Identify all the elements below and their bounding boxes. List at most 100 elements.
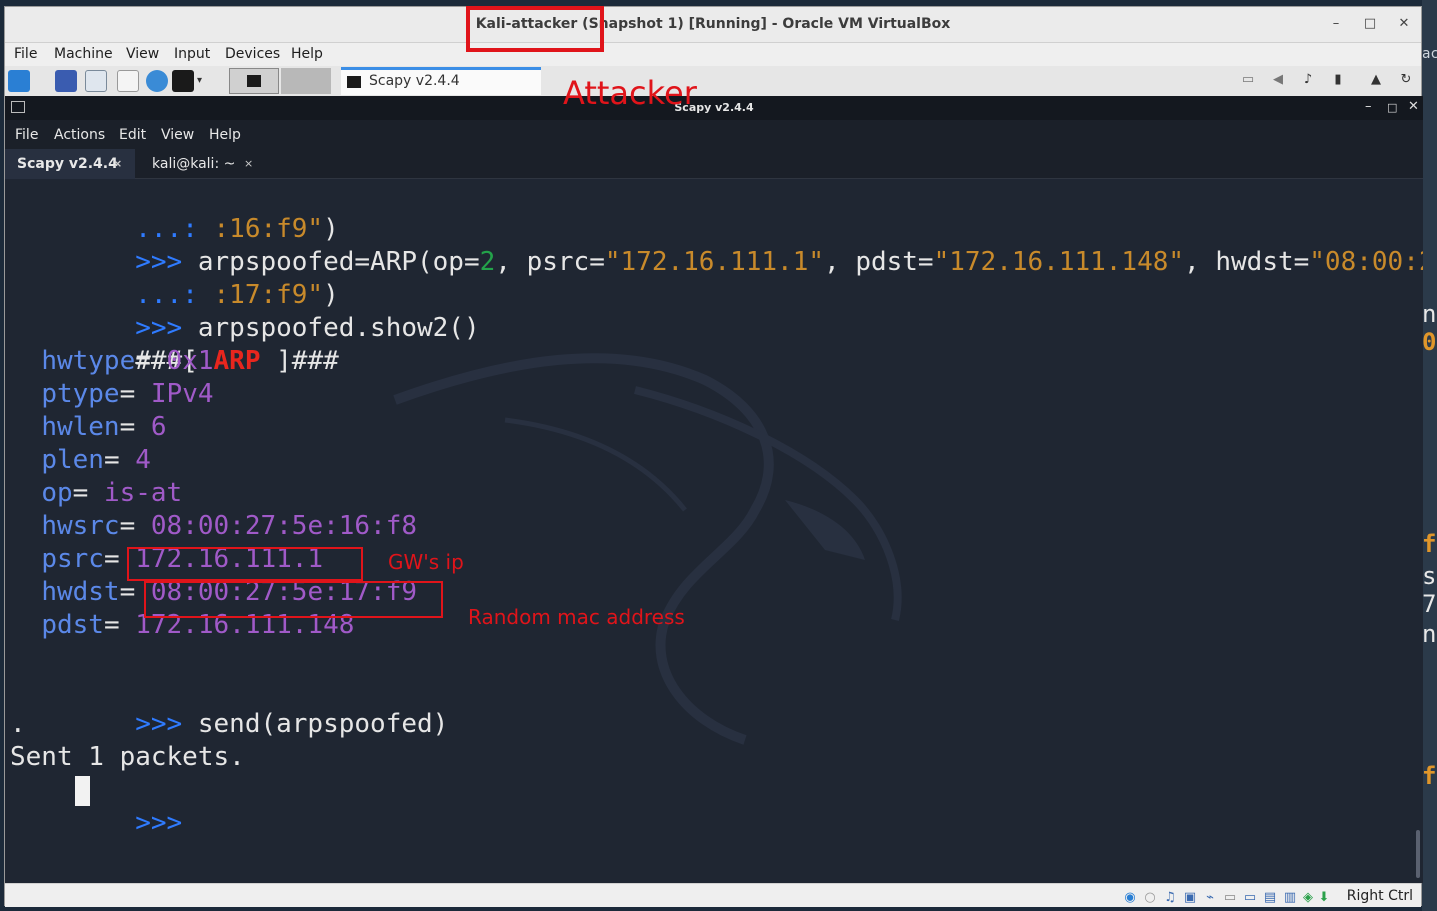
- host-edge-text: s: [1422, 562, 1437, 590]
- screen-icon[interactable]: ▭: [1241, 73, 1255, 87]
- tab-kali-shell[interactable]: kali@kali: ~ ×: [140, 149, 265, 179]
- string-literal: "172.16.111.148": [933, 247, 1185, 277]
- field-value: is-at: [103, 478, 183, 508]
- close-icon[interactable]: ×: [244, 157, 253, 170]
- number-literal: 2: [479, 247, 496, 277]
- menu-view[interactable]: View: [126, 46, 159, 62]
- host-key-indicator: Right Ctrl: [1346, 888, 1413, 904]
- window-titlebar[interactable]: Kali-attacker (Snapshot 1) [Running] - O…: [5, 7, 1421, 43]
- terminal-menu-help[interactable]: Help: [209, 127, 241, 143]
- menu-help[interactable]: Help: [291, 46, 323, 62]
- code-text: send(arpspoofed): [182, 709, 449, 739]
- code-text: ]###: [260, 346, 339, 376]
- tab-scapy[interactable]: Scapy v2.4.4 ×: [5, 149, 135, 179]
- code-text: , pdst=: [824, 247, 934, 277]
- field-name: hwlen: [41, 412, 120, 442]
- file-manager-icon[interactable]: [85, 70, 107, 92]
- field-value: 6: [150, 412, 167, 442]
- terminal-line: .: [10, 709, 26, 739]
- terminal-line: >>>: [10, 774, 182, 873]
- mouse-integration-icon[interactable]: ⬇: [1317, 891, 1331, 905]
- code-text: , psrc=: [495, 247, 605, 277]
- show-desktop-icon[interactable]: [55, 70, 77, 92]
- gw-ip-annotation: GW's ip: [388, 550, 464, 574]
- terminal-titlebar[interactable]: Scapy v2.4.4 – □ ✕: [5, 96, 1423, 120]
- vbox-menubar: File Machine View Input Devices Help: [5, 44, 1421, 66]
- display-icon[interactable]: ▭: [1243, 891, 1257, 905]
- bell-icon[interactable]: ♪: [1301, 73, 1315, 87]
- terminal-icon[interactable]: [172, 70, 194, 92]
- cpu-icon[interactable]: ▥: [1283, 891, 1297, 905]
- optical-drive-icon[interactable]: ○: [1143, 891, 1157, 905]
- python-prompt: >>>: [135, 808, 183, 838]
- terminal-menu-actions[interactable]: Actions: [54, 127, 105, 143]
- host-edge-text: acl: [1422, 46, 1437, 62]
- arp-field-row: hwlen= 6: [41, 412, 167, 442]
- field-name: plen: [41, 445, 104, 475]
- terminal-menu-view[interactable]: View: [161, 127, 194, 143]
- guest-screen: Scapy v2.4.4 – □ ✕ File Actions Edit Vie…: [5, 96, 1423, 883]
- menu-devices[interactable]: Devices: [225, 46, 280, 62]
- hwdst-highlight: [144, 581, 443, 618]
- vbox-statusbar: ◉ ○ ♫ ▣ ⌁ ▭ ▭ ▤ ▥ ◈ ⬇ Right Ctrl: [5, 883, 1421, 907]
- terminal-maximize-button[interactable]: □: [1387, 101, 1397, 114]
- arp-layer-header: ARP: [213, 346, 261, 376]
- guest-panel: ▾ Scapy v2.4.4 ▭ ◀ ♪ ▮ ▲ ↻: [5, 66, 1421, 96]
- recording-icon[interactable]: ▤: [1263, 891, 1277, 905]
- field-name: op: [41, 478, 73, 508]
- battery-icon[interactable]: ▮: [1331, 73, 1345, 87]
- terminal-menu-edit[interactable]: Edit: [119, 127, 146, 143]
- tab-label: Scapy v2.4.4: [17, 156, 118, 172]
- taskbar-scapy-window[interactable]: Scapy v2.4.4: [341, 67, 541, 95]
- workspace-2[interactable]: [281, 68, 331, 94]
- menu-file[interactable]: File: [14, 46, 37, 62]
- lock-icon[interactable]: ▲: [1369, 73, 1383, 87]
- minimize-button[interactable]: –: [1327, 15, 1345, 33]
- string-literal: "08:00:27:5e: [1309, 247, 1423, 277]
- string-literal: "172.16.111.1": [604, 247, 825, 277]
- terminal-output[interactable]: ...: :16:f9") >>> arpspoofed=ARP(op=2, p…: [5, 180, 1423, 883]
- terminal-line: Sent 1 packets.: [10, 742, 245, 772]
- host-edge-text: 7: [1422, 590, 1437, 618]
- kali-menu-icon[interactable]: [8, 70, 30, 92]
- close-button[interactable]: ✕: [1395, 15, 1413, 33]
- browser-icon[interactable]: [146, 70, 168, 92]
- window-title: Kali-attacker (Snapshot 1) [Running] - O…: [475, 16, 951, 32]
- field-name: hwtype: [41, 346, 136, 376]
- field-name: hwdst: [41, 577, 120, 607]
- network-icon[interactable]: ▣: [1183, 891, 1197, 905]
- vt-x-icon[interactable]: ◈: [1301, 891, 1315, 905]
- terminal-menu-file[interactable]: File: [15, 127, 38, 143]
- workspace-1[interactable]: [229, 68, 279, 94]
- maximize-button[interactable]: □: [1361, 15, 1379, 33]
- terminal-scrollbar[interactable]: [1416, 830, 1420, 878]
- host-edge-text: f: [1422, 530, 1437, 558]
- field-name: pdst: [41, 610, 104, 640]
- window-title-highlight: [466, 6, 604, 52]
- python-prompt: >>>: [135, 709, 183, 739]
- psrc-highlight: [127, 547, 363, 581]
- close-icon[interactable]: ×: [113, 157, 122, 170]
- menu-machine[interactable]: Machine: [54, 46, 113, 62]
- virtualbox-window: Kali-attacker (Snapshot 1) [Running] - O…: [4, 6, 1423, 907]
- volume-icon[interactable]: ◀: [1271, 73, 1285, 87]
- field-name: psrc: [41, 544, 104, 574]
- usb-icon[interactable]: ⌁: [1203, 891, 1217, 905]
- terminal-minimize-button[interactable]: –: [1365, 99, 1372, 114]
- arp-field-row: ptype= IPv4: [41, 379, 214, 409]
- hard-disk-icon[interactable]: ◉: [1123, 891, 1137, 905]
- field-value: 0x1: [166, 346, 214, 376]
- terminal-close-button[interactable]: ✕: [1408, 99, 1419, 114]
- text-editor-icon[interactable]: [117, 70, 139, 92]
- refresh-icon[interactable]: ↻: [1399, 73, 1413, 87]
- host-edge-text: n: [1422, 300, 1437, 328]
- field-value: 08:00:27:5e:16:f8: [150, 511, 418, 541]
- terminal-icon: [247, 75, 261, 87]
- audio-icon[interactable]: ♫: [1163, 891, 1177, 905]
- menu-input[interactable]: Input: [174, 46, 210, 62]
- shared-folder-icon[interactable]: ▭: [1223, 891, 1237, 905]
- chevron-down-icon[interactable]: ▾: [197, 75, 202, 86]
- host-edge-text: n: [1422, 620, 1437, 648]
- code-text: , hwdst=: [1184, 247, 1310, 277]
- host-edge-text: 0: [1422, 328, 1437, 356]
